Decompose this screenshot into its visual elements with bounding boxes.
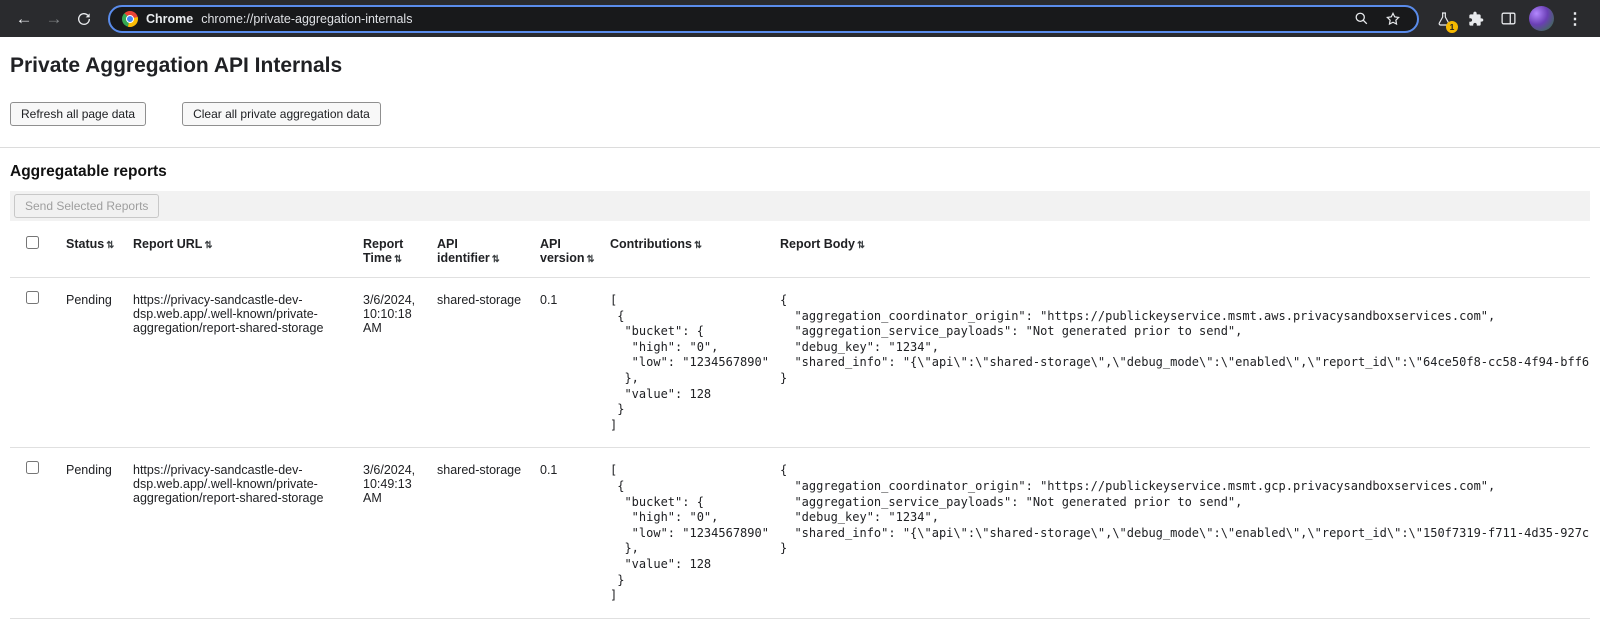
labs-badge: 1 (1446, 21, 1458, 33)
refresh-all-button[interactable]: Refresh all page data (10, 102, 146, 126)
divider (0, 147, 1600, 148)
status-cell: Pending (66, 278, 133, 448)
forward-button[interactable]: → (40, 5, 68, 33)
profile-avatar[interactable] (1529, 6, 1554, 31)
sort-icon: ⇅ (204, 240, 212, 251)
api-identifier-cell: shared-storage (437, 448, 540, 618)
api-version-cell: 0.1 (540, 278, 610, 448)
sort-icon: ⇅ (394, 254, 402, 265)
labs-icon[interactable]: 1 (1429, 5, 1459, 33)
select-all-checkbox[interactable] (26, 236, 39, 249)
api-version-cell: 0.1 (540, 448, 610, 618)
col-header-report-time[interactable]: Report Time⇅ (363, 227, 437, 278)
zoom-icon[interactable] (1349, 7, 1373, 31)
api-identifier-cell: shared-storage (437, 278, 540, 448)
side-panel-icon[interactable] (1493, 5, 1523, 33)
row-checkbox[interactable] (26, 291, 39, 304)
col-header-api-version[interactable]: API version⇅ (540, 227, 610, 278)
chrome-logo-icon (122, 11, 138, 27)
table-row: Pending https://privacy-sandcastle-dev-d… (10, 448, 1590, 618)
table-header-row: Status⇅ Report URL⇅ Report Time⇅ API ide… (10, 227, 1590, 278)
report-url-cell: https://privacy-sandcastle-dev-dsp.web.a… (133, 448, 363, 618)
section-title: Aggregatable reports (10, 163, 1590, 181)
col-header-report-body[interactable]: Report Body⇅ (780, 227, 1590, 278)
contributions-json: [ { "bucket": { "high": "0", "low": "123… (610, 463, 764, 603)
sort-icon: ⇅ (857, 240, 865, 251)
sort-icon: ⇅ (694, 240, 702, 251)
sort-icon: ⇅ (492, 254, 500, 265)
status-cell: Pending (66, 448, 133, 618)
site-label: Chrome (146, 12, 193, 26)
report-time-cell: 3/6/2024, 10:10:18 AM (363, 278, 437, 448)
send-selected-reports-button[interactable]: Send Selected Reports (14, 194, 159, 218)
col-header-api-identifier[interactable]: API identifier⇅ (437, 227, 540, 278)
menu-icon[interactable]: ⋮ (1560, 5, 1590, 33)
table-row: Pending https://privacy-sandcastle-dev-d… (10, 278, 1590, 448)
col-header-contributions[interactable]: Contributions⇅ (610, 227, 780, 278)
report-url-cell: https://privacy-sandcastle-dev-dsp.web.a… (133, 278, 363, 448)
col-header-status[interactable]: Status⇅ (66, 227, 133, 278)
contributions-json: [ { "bucket": { "high": "0", "low": "123… (610, 293, 764, 433)
bookmark-star-icon[interactable] (1381, 7, 1405, 31)
url-text: chrome://private-aggregation-internals (201, 12, 412, 26)
extensions-icon[interactable] (1461, 5, 1491, 33)
clear-all-button[interactable]: Clear all private aggregation data (182, 102, 381, 126)
page-content: Private Aggregation API Internals Refres… (0, 54, 1600, 619)
reload-button[interactable] (70, 5, 98, 33)
sort-icon: ⇅ (106, 240, 114, 251)
page-title: Private Aggregation API Internals (10, 54, 1590, 78)
aggregatable-reports-table: Status⇅ Report URL⇅ Report Time⇅ API ide… (10, 227, 1590, 619)
row-checkbox[interactable] (26, 461, 39, 474)
report-time-cell: 3/6/2024, 10:49:13 AM (363, 448, 437, 618)
report-body-json: { "aggregation_coordinator_origin": "htt… (780, 463, 1574, 557)
sort-icon: ⇅ (586, 254, 594, 265)
browser-toolbar: ← → Chrome chrome://private-aggregation-… (0, 0, 1600, 37)
report-body-json: { "aggregation_coordinator_origin": "htt… (780, 293, 1574, 387)
address-bar[interactable]: Chrome chrome://private-aggregation-inte… (108, 5, 1419, 33)
reports-action-bar: Send Selected Reports (10, 191, 1590, 221)
reload-icon (76, 11, 92, 27)
col-header-report-url[interactable]: Report URL⇅ (133, 227, 363, 278)
back-button[interactable]: ← (10, 5, 38, 33)
